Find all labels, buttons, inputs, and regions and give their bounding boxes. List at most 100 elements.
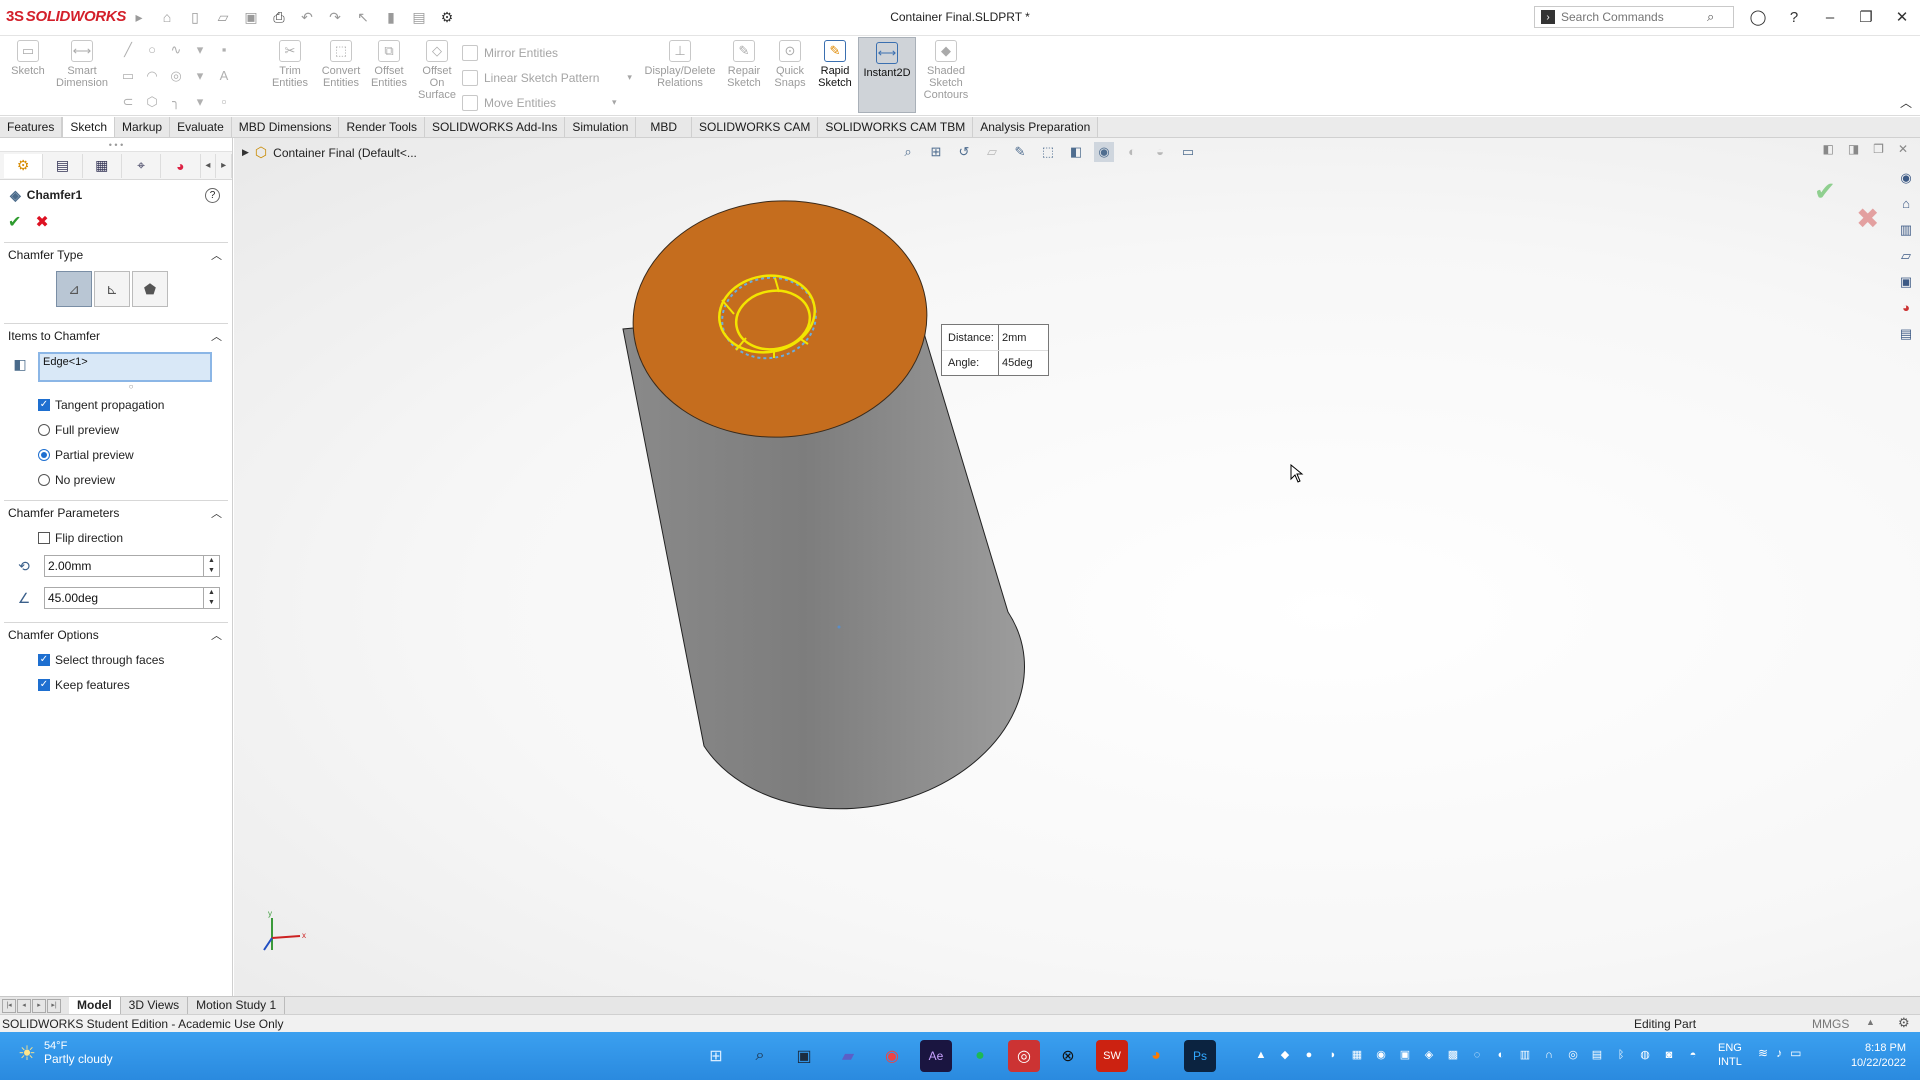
dropdown-icon[interactable]: ▾ — [190, 92, 210, 112]
full-preview-radio[interactable] — [38, 423, 50, 436]
tray-app-icon[interactable]: ◉ — [1372, 1046, 1390, 1064]
collapse-caret-icon[interactable]: ︿ — [211, 505, 222, 521]
tab-solidworks-add-ins[interactable]: SOLIDWORKS Add-Ins — [424, 117, 566, 137]
last-tab-icon[interactable]: ▸| — [47, 998, 61, 1013]
dynamic-annotation-icon[interactable]: ✎ — [1010, 142, 1030, 162]
search-commands-input[interactable] — [1561, 10, 1701, 24]
angle-field[interactable]: ▲▼ — [44, 587, 220, 609]
rebuild-status-icon[interactable]: ⚙ — [1898, 1015, 1910, 1031]
display-delete-relations-button[interactable]: ⊥ Display/Delete Relations — [638, 40, 722, 89]
tray-app-icon[interactable]: ◎ — [1564, 1046, 1582, 1064]
mirror-entities-button[interactable]: Mirror Entities — [462, 40, 632, 65]
tray-app-icon[interactable]: ▥ — [1516, 1046, 1534, 1064]
bluetooth-icon[interactable]: ᛒ — [1612, 1046, 1630, 1064]
task-view-icon[interactable]: ▣ — [788, 1040, 820, 1072]
chamfer-type-header[interactable]: Chamfer Type ︿ — [4, 243, 228, 267]
repair-sketch-button[interactable]: ✎ Repair Sketch — [722, 40, 766, 89]
tab-mbd[interactable]: MBD — [636, 117, 693, 137]
view-orientation-icon[interactable]: ⬚ — [1038, 142, 1058, 162]
dropdown-icon[interactable]: ▾ — [190, 66, 210, 86]
callout-angle-row[interactable]: Angle: 45deg — [942, 350, 1048, 375]
chrome-icon[interactable]: ◉ — [876, 1040, 908, 1072]
distance-distance-type-icon[interactable]: ⊾ — [94, 271, 130, 307]
full-preview-option[interactable]: Full preview — [4, 417, 228, 442]
system-status[interactable]: ≋ ♪ ▭ — [1758, 1046, 1801, 1060]
callout-distance-value[interactable]: 2mm — [999, 332, 1026, 344]
unit-system[interactable]: MMGS — [1812, 1017, 1849, 1031]
arc-icon[interactable]: ◠ — [142, 66, 162, 86]
edges-selection-box[interactable]: Edge<1> — [38, 352, 212, 382]
zoom-to-area-icon[interactable]: ⊞ — [926, 142, 946, 162]
ellipse-icon[interactable]: ◎ — [166, 66, 186, 86]
shaded-sketch-contours-button[interactable]: ◆ Shaded Sketch Contours — [920, 40, 972, 101]
zoom-to-fit-icon[interactable]: ⌕ — [898, 142, 918, 162]
rectangle-icon[interactable]: ▭ — [118, 66, 138, 86]
angle-input[interactable] — [45, 588, 203, 608]
vertex-type-icon[interactable]: ⬟ — [132, 271, 168, 307]
move-entities-button[interactable]: Move Entities ▾ — [462, 90, 632, 115]
prev-tab-icon[interactable]: ◂ — [17, 998, 31, 1013]
collapse-caret-icon[interactable]: ︿ — [211, 627, 222, 643]
tray-app-icon[interactable]: ▣ — [1396, 1046, 1414, 1064]
distance-field[interactable]: ▲▼ — [44, 555, 220, 577]
previous-view-icon[interactable]: ↺ — [954, 142, 974, 162]
xbox-icon[interactable]: ⊗ — [1052, 1040, 1084, 1072]
help-icon[interactable]: ? — [1776, 9, 1812, 26]
flip-direction-option[interactable]: Flip direction — [4, 525, 228, 550]
ok-check-icon[interactable]: ✔ — [8, 212, 21, 232]
part-name[interactable]: Container Final (Default<... — [273, 146, 417, 160]
distance-spinner[interactable]: ▲ ▼ — [203, 556, 219, 576]
fillet-icon[interactable]: ╮ — [166, 92, 186, 112]
no-preview-radio[interactable] — [38, 473, 50, 486]
property-manager-tab-icon[interactable]: ▤ — [43, 153, 83, 178]
instant2d-button[interactable]: ⟷ Instant2D — [858, 37, 916, 113]
hide-show-items-icon[interactable]: ◉ — [1094, 142, 1114, 162]
viewport-close-icon[interactable]: ✕ — [1898, 142, 1908, 156]
tab-render-tools[interactable]: Render Tools — [339, 117, 425, 137]
confirm-corner-ok-icon[interactable]: ✔ — [1814, 176, 1836, 207]
configuration-manager-tab-icon[interactable]: ▦ — [83, 153, 122, 178]
smart-dimension-button[interactable]: ⟷ Smart Dimension — [52, 40, 112, 89]
search-icon[interactable]: ⌕ — [744, 1040, 776, 1072]
keep-features-option[interactable]: ✓ Keep features — [4, 672, 228, 697]
tile-right-icon[interactable]: ◨ — [1848, 142, 1859, 156]
display-style-icon[interactable]: ◧ — [1066, 142, 1086, 162]
tab-model[interactable]: Model — [69, 997, 121, 1014]
tray-app-icon[interactable]: ◈ — [1420, 1046, 1438, 1064]
tangent-propagation-option[interactable]: ✓ Tangent propagation — [4, 392, 228, 417]
list-resize-handle[interactable]: ○ — [34, 382, 228, 392]
apply-scene-icon[interactable]: ◒ — [1150, 142, 1170, 162]
tab-analysis-preparation[interactable]: Analysis Preparation — [973, 117, 1099, 137]
trim-entities-button[interactable]: ✂ Trim Entities — [270, 40, 310, 89]
tray-app-icon[interactable]: ∩ — [1540, 1046, 1558, 1064]
file-explorer-icon[interactable]: ▥ — [1896, 220, 1916, 240]
cylinder-model[interactable] — [234, 138, 1920, 996]
spotify-tray-icon[interactable]: ● — [1300, 1046, 1318, 1064]
edit-appearance-icon[interactable]: ◐ — [1122, 142, 1142, 162]
input-language[interactable]: ENG INTL — [1718, 1041, 1742, 1069]
tab-solidworks-cam-tbm[interactable]: SOLIDWORKS CAM TBM — [818, 117, 974, 137]
expand-tree-icon[interactable]: ▶ — [242, 147, 249, 158]
confirm-corner-cancel-icon[interactable]: ✖ — [1856, 202, 1879, 235]
restore-icon[interactable]: ❐ — [1848, 8, 1884, 26]
no-preview-option[interactable]: No preview — [4, 467, 228, 492]
collapse-caret-icon[interactable]: ︿ — [211, 328, 222, 344]
first-tab-icon[interactable]: |◂ — [2, 998, 16, 1013]
sketch-button[interactable]: ▭ Sketch — [8, 40, 48, 77]
photoshop-icon[interactable]: Ps — [1184, 1040, 1216, 1072]
tab-mbd-dimensions[interactable]: MBD Dimensions — [231, 117, 340, 137]
solidworks-taskbar-icon[interactable]: SW — [1096, 1040, 1128, 1072]
dropdown-icon[interactable]: ▾ — [612, 97, 617, 108]
weather-widget[interactable]: ☀ 54°F Partly cloudy — [18, 1040, 113, 1066]
tab-3d-views[interactable]: 3D Views — [121, 997, 189, 1014]
line-icon[interactable]: ╱ — [118, 40, 138, 60]
tab-sketch[interactable]: Sketch — [62, 117, 116, 137]
taskbar-clock[interactable]: 8:18 PM 10/22/2022 — [1820, 1041, 1906, 1071]
search-icon[interactable]: ⌕ — [1707, 9, 1714, 25]
search-commands-box[interactable]: › ⌕ — [1534, 6, 1734, 28]
tab-simulation[interactable]: Simulation — [565, 117, 637, 137]
tab-solidworks-cam[interactable]: SOLIDWORKS CAM — [692, 117, 819, 137]
spotify-icon[interactable]: ● — [964, 1040, 996, 1072]
items-header[interactable]: Items to Chamfer ︿ — [4, 324, 228, 348]
tab-evaluate[interactable]: Evaluate — [170, 117, 232, 137]
